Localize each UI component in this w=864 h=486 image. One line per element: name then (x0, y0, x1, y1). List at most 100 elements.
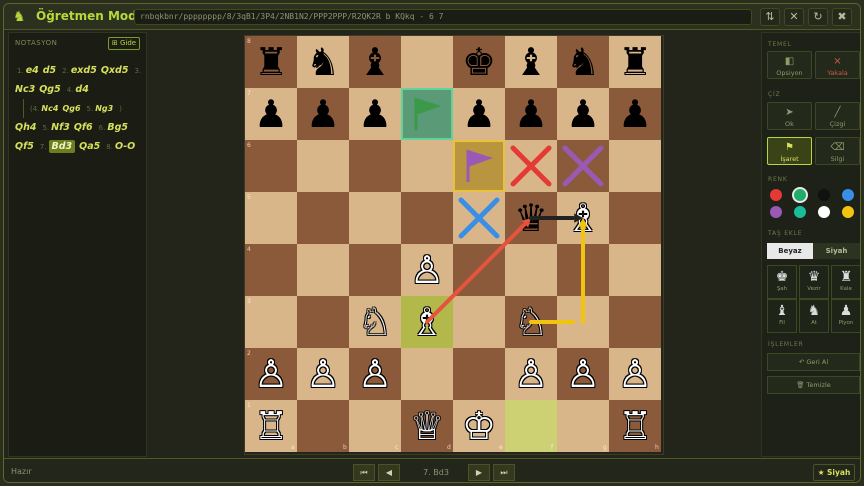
move[interactable]: Nc4 (41, 104, 58, 113)
piece-e1[interactable]: ♔ (453, 400, 505, 452)
piece-c3[interactable]: ♘ (349, 296, 401, 348)
color-swatch[interactable] (842, 189, 854, 201)
color-swatch[interactable] (770, 189, 782, 201)
move[interactable]: Qh4 (15, 122, 36, 133)
piece-d3[interactable]: ♗ (401, 296, 453, 348)
chess-knight-logo-icon: ♞ (13, 9, 26, 25)
piece-f7[interactable]: ♟ (505, 88, 557, 140)
move-number: 1. (17, 67, 24, 75)
piece-b7[interactable]: ♟ (297, 88, 349, 140)
move-number: 7. (39, 143, 47, 151)
piece-h8[interactable]: ♜ (609, 36, 661, 88)
move[interactable]: Bg5 (107, 122, 128, 133)
arrow-tool[interactable]: ➤ Ok (767, 102, 812, 130)
first-move-button[interactable]: ⏮ (353, 464, 375, 481)
piece-g8[interactable]: ♞ (557, 36, 609, 88)
exit-icon[interactable]: ✖ (832, 8, 852, 26)
move[interactable]: Ng3 (95, 104, 113, 113)
move[interactable]: d5 (43, 65, 56, 76)
eraser-tool[interactable]: ⌫ Silgi (815, 137, 860, 165)
move-number: 8. (106, 143, 113, 151)
color-swatch[interactable] (770, 206, 782, 218)
clear-button[interactable]: 🗑 Temizle (767, 376, 860, 394)
side-white-toggle[interactable]: Beyaz (767, 243, 813, 259)
option-tool[interactable]: ◧ Opsiyon (767, 51, 812, 79)
rank-label: 5 (247, 194, 251, 201)
piece-b2[interactable]: ♙ (297, 348, 349, 400)
flag-icon (466, 150, 493, 182)
piece-g5[interactable]: ♗ (557, 192, 609, 244)
move[interactable]: d4 (75, 84, 88, 95)
move[interactable]: Qg6 (62, 104, 80, 113)
add-piece-button[interactable]: ♞ At (799, 299, 829, 333)
next-move-button[interactable]: ▶ (468, 464, 490, 481)
move[interactable]: e4 (26, 65, 39, 76)
option-label: Opsiyon (776, 69, 803, 77)
piece-f3[interactable]: ♘ (505, 296, 557, 348)
piece-f8[interactable]: ♝ (505, 36, 557, 88)
piece-c7[interactable]: ♟ (349, 88, 401, 140)
capture-tool[interactable]: ⨯ Yakala (815, 51, 860, 79)
move-line: 1. e4 d5 2. exd5 Qxd5 3. (15, 61, 143, 80)
color-swatch[interactable] (794, 206, 806, 218)
piece-h7[interactable]: ♟ (609, 88, 661, 140)
side-black-toggle[interactable]: Siyah (813, 243, 860, 259)
undo-button[interactable]: ↶ Geri Al (767, 353, 860, 371)
capture-icon: ⨯ (833, 56, 842, 67)
add-piece-button[interactable]: ♚ Şah (767, 265, 797, 299)
move[interactable]: Qxd5 (101, 65, 129, 76)
line-tool[interactable]: ╱ Çizgi (815, 102, 860, 130)
piece-h2[interactable]: ♙ (609, 348, 661, 400)
piece-g7[interactable]: ♟ (557, 88, 609, 140)
add-piece-button[interactable]: ♛ Vezir (799, 265, 829, 299)
move[interactable]: Bd3 (48, 140, 76, 153)
piece-f2[interactable]: ♙ (505, 348, 557, 400)
piece-c2[interactable]: ♙ (349, 348, 401, 400)
rank-label: 4 (247, 246, 251, 253)
piece-a1[interactable]: ♖ (245, 400, 297, 452)
refresh-icon[interactable]: ↻ (808, 8, 828, 26)
mark-tool[interactable]: ⚑ İşaret (767, 137, 812, 165)
swap-icon[interactable]: ⇅ (760, 8, 780, 26)
line-label: Çizgi (829, 120, 846, 128)
title-bar: ♞ Öğretmen Modu rnbqkbnr/pppppppp/8/3qB1… (4, 4, 860, 30)
add-piece-button[interactable]: ♝ Fil (767, 299, 797, 333)
fen-input[interactable]: rnbqkbnr/pppppppp/8/3qB1/3P4/2NB1N2/PPP2… (134, 9, 752, 25)
add-piece-button[interactable]: ♟ Piyon (831, 299, 860, 333)
move-line: Qh4 5. Nf3 Qf6 6. Bg5 (15, 118, 143, 137)
piece-h1[interactable]: ♖ (609, 400, 661, 452)
color-swatch[interactable] (818, 206, 830, 218)
notation-header: NOTASYON (15, 39, 58, 47)
color-swatch[interactable] (794, 189, 806, 201)
move[interactable]: Qf6 (74, 122, 93, 133)
close-icon[interactable]: ✕ (784, 8, 804, 26)
piece-b8[interactable]: ♞ (297, 36, 349, 88)
option-icon: ◧ (784, 56, 795, 67)
last-move-button[interactable]: ⏭ (493, 464, 515, 481)
piece-e7[interactable]: ♟ (453, 88, 505, 140)
piece-c8[interactable]: ♝ (349, 36, 401, 88)
add-piece-button[interactable]: ♜ Kale (831, 265, 860, 299)
move[interactable]: O-O (115, 141, 135, 152)
move[interactable]: exd5 (71, 65, 97, 76)
move[interactable]: Nf3 (51, 122, 70, 133)
color-swatch[interactable] (818, 189, 830, 201)
piece-d1[interactable]: ♕ (401, 400, 453, 452)
piece-f5[interactable]: ♛ (505, 192, 557, 244)
piece-a2[interactable]: ♙ (245, 348, 297, 400)
move[interactable]: Qf5 (15, 141, 34, 152)
chess-board[interactable]: ♜ ♞ ♝ ♚ ♝ ♞ ♜ ♟ ♟ ♟ ♟ ♟ ♟ ♟ ♛ ♙ ♘ ♗ ♘ ♙ ♙ ♙ ♙ ♙ ♙ ♖ ♕ ♔ ♖ ♗ 1 2 3 4 5 6 7 8 a b… (244, 35, 664, 455)
piece-d4[interactable]: ♙ (401, 244, 453, 296)
piece-e8[interactable]: ♚ (453, 36, 505, 88)
prev-move-button[interactable]: ◀ (378, 464, 400, 481)
move[interactable]: Nc3 (15, 84, 35, 95)
piece-a8[interactable]: ♜ (245, 36, 297, 88)
file-label: g (603, 444, 607, 451)
goto-button[interactable]: ⊞ Gide (108, 37, 140, 50)
piece-g2[interactable]: ♙ (557, 348, 609, 400)
piece-icon: ♜ (839, 269, 853, 285)
piece-a7[interactable]: ♟ (245, 88, 297, 140)
move[interactable]: Qa5 (79, 141, 100, 152)
color-swatch[interactable] (842, 206, 854, 218)
move[interactable]: Qg5 (39, 84, 61, 95)
